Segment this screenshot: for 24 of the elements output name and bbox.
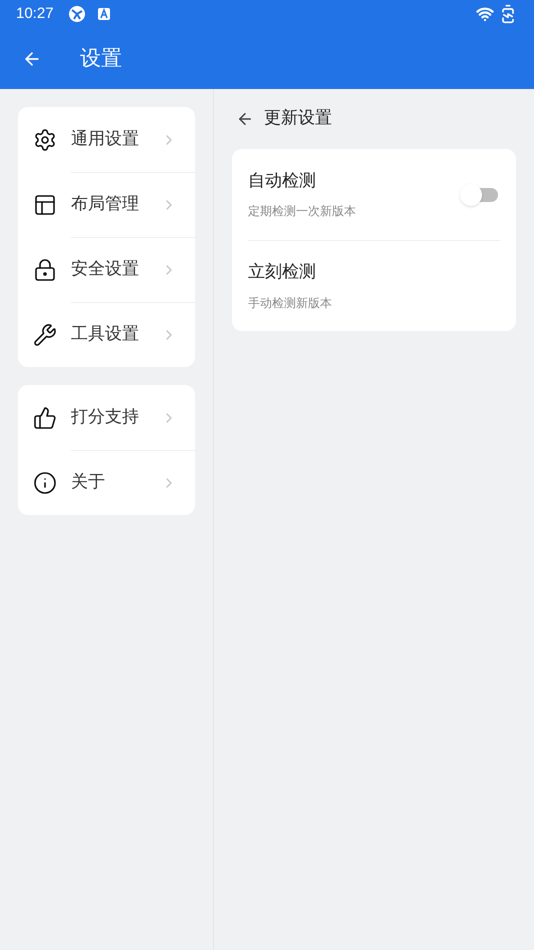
- layout-icon: [32, 192, 56, 216]
- status-time: 10:27: [16, 4, 54, 24]
- sidebar-item[interactable]: 工具设置: [71, 302, 195, 367]
- info-icon: [32, 470, 56, 494]
- lock-icon: [32, 258, 56, 282]
- setting-title: 自动检测: [248, 170, 317, 193]
- sidebar-item[interactable]: 安全设置: [71, 237, 195, 302]
- toggle-switch[interactable]: [460, 182, 500, 206]
- sidebar-item[interactable]: 关于: [71, 450, 195, 515]
- sidebar-item[interactable]: 通用设置: [71, 107, 195, 172]
- setting-description: 定期检测一次新版本: [248, 203, 357, 220]
- keyboard-notification-icon: [98, 8, 110, 20]
- sidebar-item[interactable]: 布局管理: [71, 172, 195, 237]
- detail-title: 更新设置: [264, 107, 332, 130]
- setting-title: 立刻检测: [248, 261, 317, 284]
- wifi-icon: [476, 5, 494, 23]
- setting-description: 手动检测新版本: [248, 294, 333, 312]
- sidebar-item[interactable]: 打分支持: [71, 385, 195, 450]
- notification-icon: [68, 5, 86, 23]
- wrench-icon: [32, 322, 56, 346]
- thumbs-up-icon: [32, 406, 56, 430]
- back-icon[interactable]: [236, 110, 254, 128]
- settings-icon: [32, 128, 56, 152]
- app-bar-title: 设置: [80, 44, 122, 72]
